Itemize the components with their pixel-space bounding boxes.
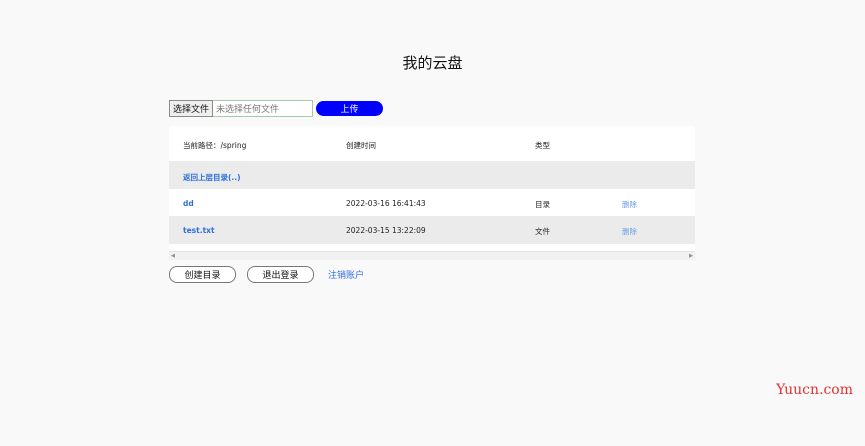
- file-type: 文件: [535, 227, 550, 236]
- horizontal-scrollbar[interactable]: ◀ ▶: [169, 251, 695, 260]
- header-created-time: 创建时间: [346, 141, 376, 150]
- logout-button[interactable]: 退出登录: [247, 266, 314, 283]
- table-row: test.txt 2022-03-15 13:22:09 文件 删除: [169, 216, 695, 244]
- file-created-time: 2022-03-15 13:22:09: [346, 226, 426, 235]
- create-dir-button[interactable]: 创建目录: [169, 266, 236, 283]
- header-type: 类型: [535, 141, 550, 150]
- upload-button[interactable]: 上传: [316, 100, 383, 116]
- file-type: 目录: [535, 200, 550, 209]
- file-name-link[interactable]: test.txt: [183, 226, 215, 235]
- table-row: dd 2022-03-16 16:41:43 目录 删除: [169, 189, 695, 216]
- file-created-time: 2022-03-16 16:41:43: [346, 199, 426, 208]
- delete-account-link[interactable]: 注销账户: [328, 268, 364, 281]
- current-path: 当前路径：/spring: [183, 141, 247, 150]
- choose-file-button[interactable]: 选择文件: [169, 99, 214, 117]
- page-title: 我的云盘: [402, 54, 463, 72]
- parent-dir-row: 返回上层目录(..): [169, 161, 695, 189]
- bottom-actions: 创建目录 退出登录 注销账户: [169, 266, 364, 283]
- delete-link[interactable]: 删除: [622, 199, 637, 210]
- upload-row: 选择文件 未选择任何文件 上传: [169, 99, 383, 117]
- file-input[interactable]: 选择文件 未选择任何文件: [169, 99, 313, 117]
- file-table: 当前路径：/spring 创建时间 类型 返回上层目录(..) dd 2022-…: [169, 126, 695, 260]
- file-name-link[interactable]: dd: [183, 199, 194, 208]
- scroll-left-icon[interactable]: ◀: [171, 253, 175, 259]
- table-header-row: 当前路径：/spring 创建时间 类型: [169, 126, 695, 161]
- parent-dir-link[interactable]: 返回上层目录(..): [183, 172, 241, 183]
- delete-link[interactable]: 删除: [622, 226, 637, 237]
- watermark: Yuucn.com: [776, 382, 853, 398]
- file-status-text: 未选择任何文件: [216, 104, 280, 115]
- scroll-right-icon[interactable]: ▶: [689, 253, 693, 259]
